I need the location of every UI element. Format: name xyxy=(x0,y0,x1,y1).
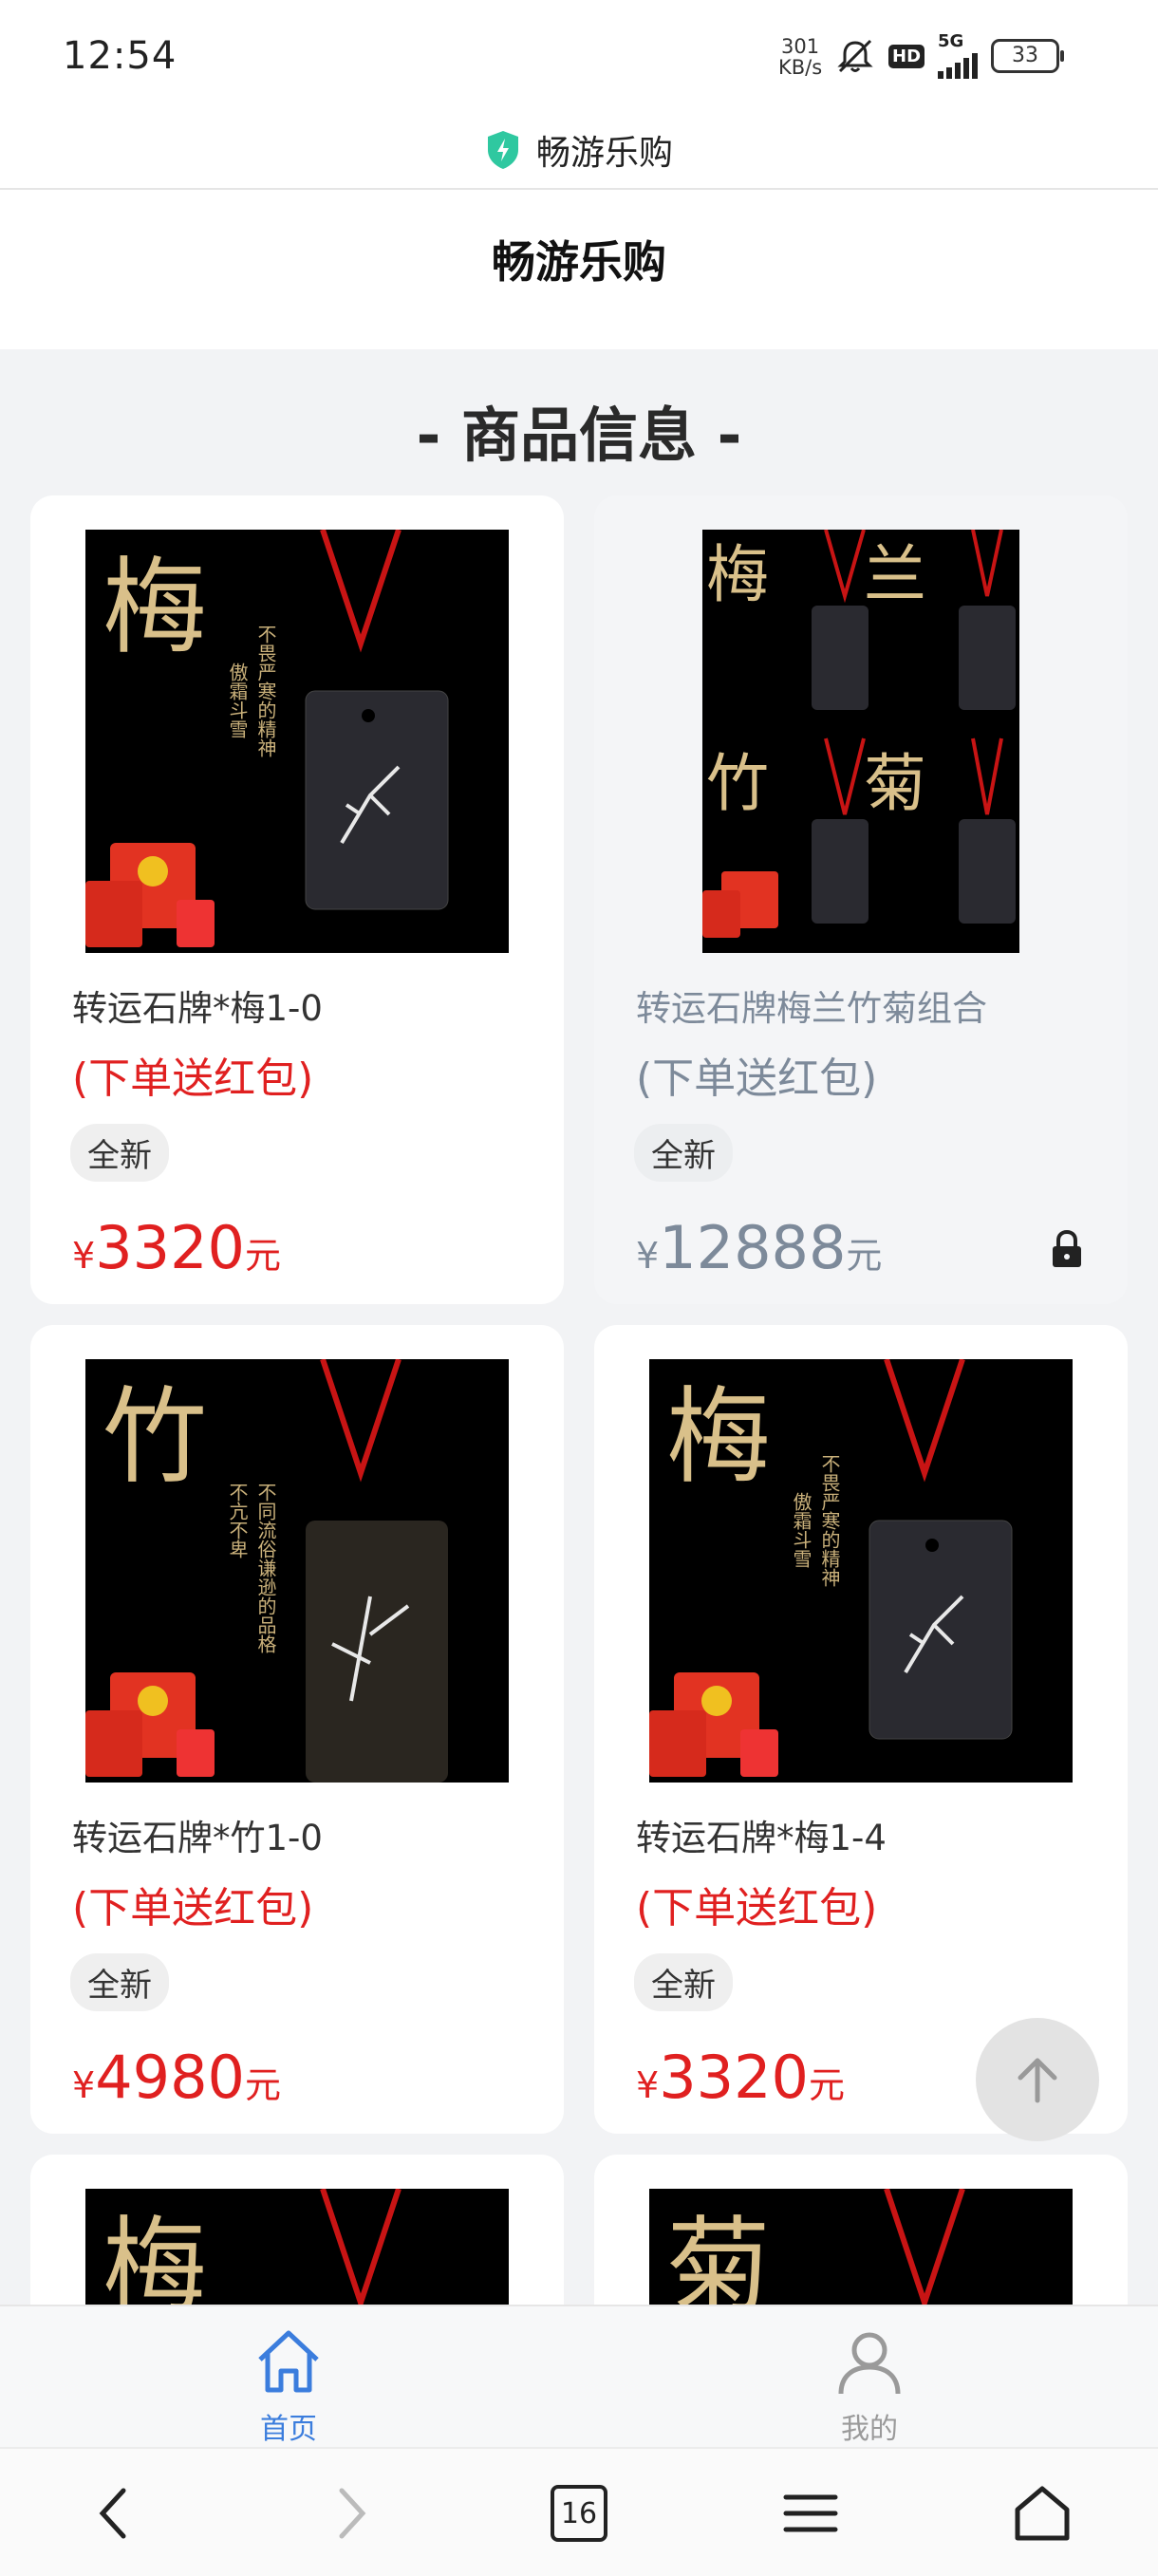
svg-text:不亢不卑: 不亢不卑 xyxy=(226,1483,249,1559)
price-currency: ¥ xyxy=(636,1235,660,1277)
product-name: 转运石牌*竹1-0 xyxy=(72,1818,323,1858)
chevron-left-icon xyxy=(99,2488,126,2539)
nav-item-mine[interactable]: 我的 xyxy=(775,2325,964,2447)
condition-tag: 全新 xyxy=(70,1124,169,1182)
home-icon xyxy=(258,2330,319,2393)
price-unit: 元 xyxy=(244,2064,281,2106)
lock-icon xyxy=(1053,1229,1081,1267)
product-promo: (下单送红包) xyxy=(72,1055,314,1103)
product-promo: (下单送红包) xyxy=(636,1884,878,1932)
price-value: 12888 xyxy=(659,1213,847,1282)
hd-badge: HD xyxy=(888,44,925,68)
home-button[interactable] xyxy=(1004,2475,1080,2551)
status-bar: 12:54 301 KB/s HD 5G 33 xyxy=(0,0,1158,112)
product-price: ¥3320元 xyxy=(72,1213,281,1282)
nav-item-home[interactable]: 首页 xyxy=(194,2325,383,2447)
price-currency: ¥ xyxy=(72,2064,96,2106)
svg-text:不畏严寒的精神: 不畏严寒的精神 xyxy=(818,1454,841,1587)
calligraphy-char: 竹 xyxy=(706,747,769,820)
net-speed-value: 301 xyxy=(781,35,820,58)
status-time: 12:54 xyxy=(63,34,177,78)
tabs-count-box: 16 xyxy=(551,2485,607,2542)
tabs-count: 16 xyxy=(560,2496,598,2530)
product-card[interactable]: 梅 傲霜斗雪 不畏严寒的精神 转运石牌*梅1-4 (下单送红包) 全新 ¥332… xyxy=(594,1325,1128,2134)
product-card[interactable]: 梅 傲霜斗雪 不畏严寒的精神 转运石牌*梅1-0 (下单送红包) 全新 ¥332… xyxy=(30,495,564,1304)
section-title: - 商品信息 - xyxy=(416,401,742,470)
condition-tag: 全新 xyxy=(70,1953,169,2011)
menu-icon xyxy=(783,2494,838,2532)
product-image: 梅 傲霜斗雪 不畏严寒的精神 xyxy=(649,1359,1073,1783)
pendant-illustration: 梅 傲霜斗雪 不畏严寒的精神 xyxy=(85,530,509,953)
product-image: 梅 兰 竹 菊 xyxy=(702,530,1019,953)
house-outline-icon xyxy=(1015,2486,1070,2541)
url-title: 畅游乐购 xyxy=(535,134,673,173)
forward-button[interactable] xyxy=(313,2475,389,2551)
svg-text:不同流俗谦逊的品格: 不同流俗谦逊的品格 xyxy=(254,1483,277,1653)
price-unit: 元 xyxy=(846,1235,883,1277)
svg-text:傲霜斗雪: 傲霜斗雪 xyxy=(226,663,249,738)
pendant-illustration: 梅 傲霜斗雪 不畏严寒的精神 xyxy=(649,1359,1073,1783)
calligraphy-char: 菊 xyxy=(864,747,926,820)
price-value: 3320 xyxy=(95,1213,245,1282)
price-currency: ¥ xyxy=(72,1235,96,1277)
price-unit: 元 xyxy=(808,2064,845,2106)
product-name: 转运石牌梅兰竹菊组合 xyxy=(636,988,987,1029)
product-promo: (下单送红包) xyxy=(72,1884,314,1932)
pendant-combo-illustration: 梅 兰 竹 菊 xyxy=(702,530,1019,953)
chevron-right-icon xyxy=(339,2488,366,2539)
product-name: 转运石牌*梅1-4 xyxy=(636,1818,887,1858)
price-value: 3320 xyxy=(659,2043,809,2112)
bell-muted-icon xyxy=(837,39,873,73)
tabs-button[interactable]: 16 xyxy=(541,2475,617,2551)
price-currency: ¥ xyxy=(636,2064,660,2106)
menu-button[interactable] xyxy=(773,2475,849,2551)
product-image: 梅 傲霜斗雪 不畏严寒的精神 xyxy=(85,530,509,953)
page-title: 畅游乐购 xyxy=(492,236,666,288)
status-icons: HD 5G 33 xyxy=(835,31,1065,79)
product-promo: (下单送红包) xyxy=(636,1055,878,1103)
net-speed-unit: KB/s xyxy=(778,56,823,79)
price-value: 4980 xyxy=(95,2043,245,2112)
price-unit: 元 xyxy=(244,1235,281,1277)
arrow-up-icon xyxy=(1018,2058,1057,2103)
svg-text:傲霜斗雪: 傲霜斗雪 xyxy=(790,1492,812,1568)
calligraphy-char: 梅 xyxy=(103,547,207,668)
calligraphy-char: 梅 xyxy=(666,1376,771,1498)
signal-group: 5G xyxy=(938,31,979,79)
calligraphy-char: 兰 xyxy=(864,538,926,611)
product-price: ¥3320元 xyxy=(636,2043,845,2112)
nav-label-mine: 我的 xyxy=(841,2413,898,2446)
product-price: ¥12888元 xyxy=(636,1213,882,1282)
product-name: 转运石牌*梅1-0 xyxy=(72,988,323,1029)
battery-level: 33 xyxy=(1012,44,1039,67)
user-icon xyxy=(838,2332,901,2395)
back-to-top-button[interactable] xyxy=(976,2018,1099,2141)
browser-nav-bar: 16 xyxy=(0,2447,1158,2576)
condition-tag: 全新 xyxy=(634,1953,733,2011)
page-header: 畅游乐购 xyxy=(0,190,1158,349)
product-card[interactable]: 竹 不亢不卑 不同流俗谦逊的品格 转运石牌*竹1-0 (下单送红包) 全新 ¥4… xyxy=(30,1325,564,2134)
back-button[interactable] xyxy=(76,2475,152,2551)
shield-icon xyxy=(487,131,518,169)
calligraphy-char: 竹 xyxy=(103,1376,207,1498)
product-price: ¥4980元 xyxy=(72,2043,281,2112)
pendant-illustration: 竹 不亢不卑 不同流俗谦逊的品格 xyxy=(85,1359,509,1783)
svg-text:不畏严寒的精神: 不畏严寒的精神 xyxy=(254,625,277,757)
net-speed: 301 KB/s xyxy=(778,36,822,78)
calligraphy-char: 梅 xyxy=(706,538,769,611)
condition-tag: 全新 xyxy=(634,1124,733,1182)
bottom-nav: 首页 我的 xyxy=(0,2305,1158,2449)
network-type: 5G xyxy=(938,31,964,51)
product-card[interactable]: 梅 兰 竹 菊 转运石牌梅兰竹菊组合 (下单送红包) 全新 ¥12888元 xyxy=(594,495,1128,1304)
browser-title-bar[interactable]: 畅游乐购 xyxy=(0,112,1158,190)
product-image: 竹 不亢不卑 不同流俗谦逊的品格 xyxy=(85,1359,509,1783)
nav-label-home: 首页 xyxy=(260,2413,317,2446)
signal-icon xyxy=(938,50,979,79)
battery-icon: 33 xyxy=(991,39,1065,73)
